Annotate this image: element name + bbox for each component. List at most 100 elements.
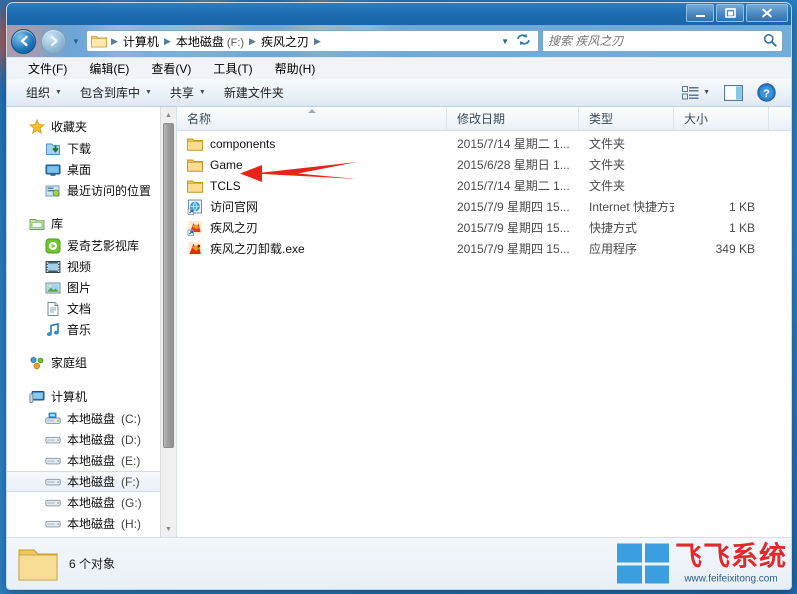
- recent-places-icon: [45, 183, 61, 199]
- table-row[interactable]: Game 2015/6/28 星期日 1... 文件夹: [177, 154, 791, 175]
- file-date-cell: 2015/7/14 星期二 1...: [447, 175, 579, 196]
- column-header-date[interactable]: 修改日期: [447, 107, 579, 130]
- preview-pane-button[interactable]: [719, 83, 748, 103]
- sidebar-item-documents[interactable]: 文档: [7, 298, 176, 319]
- folder-icon: [187, 178, 203, 194]
- maximize-button[interactable]: [716, 4, 744, 22]
- file-name-cell[interactable]: components: [177, 133, 447, 154]
- scroll-up-button[interactable]: ▲: [161, 107, 176, 123]
- sidebar-spacer: [7, 201, 176, 212]
- include-in-library-button[interactable]: 包含到库中 ▼: [71, 81, 161, 104]
- navigation-tree: 收藏夹 下载 桌面: [7, 107, 176, 534]
- view-options-button[interactable]: ▼: [677, 84, 715, 102]
- breadcrumb-item-1[interactable]: 本地磁盘 (F:): [173, 31, 247, 52]
- toolbar-right-actions: ▼ ?: [677, 81, 785, 104]
- table-row[interactable]: TCLS 2015/7/14 星期二 1... 文件夹: [177, 175, 791, 196]
- sidebar-item-iqiyi-library[interactable]: 爱奇艺影视库: [7, 235, 176, 256]
- column-header-type[interactable]: 类型: [579, 107, 674, 130]
- sidebar-item-videos[interactable]: 视频: [7, 256, 176, 277]
- organize-label: 组织: [26, 84, 50, 101]
- scroll-down-button[interactable]: ▼: [161, 521, 176, 537]
- music-icon: [45, 322, 61, 338]
- column-header-filler: [769, 107, 791, 130]
- sidebar-item-label: 本地磁盘: [67, 473, 115, 490]
- sidebar-item-paren: (D:): [121, 433, 141, 447]
- breadcrumb-item-0[interactable]: 计算机: [120, 31, 162, 52]
- svg-text:?: ?: [763, 88, 770, 100]
- sidebar-item-drive-h[interactable]: 本地磁盘 (H:): [7, 513, 176, 534]
- organize-button[interactable]: 组织 ▼: [17, 81, 71, 104]
- file-name-cell[interactable]: TCLS: [177, 175, 447, 196]
- sidebar-item-paren: (E:): [121, 454, 140, 468]
- file-size-cell: 1 KB: [674, 217, 769, 238]
- sidebar-item-pictures[interactable]: 图片: [7, 277, 176, 298]
- help-button[interactable]: ?: [752, 81, 781, 104]
- sidebar-item-recent-places[interactable]: 最近访问的位置: [7, 180, 176, 201]
- breadcrumb-item-2[interactable]: 疾风之刃: [258, 31, 312, 52]
- scrollbar-thumb[interactable]: [163, 123, 174, 448]
- file-name-cell[interactable]: Game: [177, 154, 447, 175]
- sidebar-scrollbar[interactable]: ▲ ▼: [160, 107, 176, 537]
- minimize-button[interactable]: [686, 4, 714, 22]
- refresh-icon[interactable]: [516, 33, 531, 49]
- column-label: 类型: [589, 110, 613, 127]
- sidebar-item-drive-g[interactable]: 本地磁盘 (G:): [7, 492, 176, 513]
- watermark-brand: 飞飞系统: [675, 543, 787, 570]
- file-date-cell: 2015/7/9 星期四 15...: [447, 238, 579, 259]
- file-name-cell[interactable]: 疾风之刃卸载.exe: [177, 238, 447, 259]
- chevron-down-icon: ▼: [199, 89, 206, 96]
- file-type-cell: 文件夹: [579, 154, 674, 175]
- sidebar-group-label: 家庭组: [51, 354, 87, 371]
- breadcrumb-label: 本地磁盘: [176, 35, 224, 49]
- sidebar-group-favorites[interactable]: 收藏夹: [7, 115, 176, 138]
- file-name: 疾风之刃卸载.exe: [210, 240, 305, 257]
- breadcrumb-label: 疾风之刃: [261, 35, 309, 49]
- window-controls: [686, 4, 788, 22]
- table-row[interactable]: 访问官网 2015/7/9 星期四 15... Internet 快捷方式 1 …: [177, 196, 791, 217]
- scrollbar-track[interactable]: [161, 123, 176, 521]
- drive-icon: [45, 432, 61, 448]
- file-name-cell[interactable]: 访问官网: [177, 196, 447, 217]
- sidebar-item-music[interactable]: 音乐: [7, 319, 176, 340]
- forward-button[interactable]: [41, 29, 66, 54]
- back-button[interactable]: [11, 29, 36, 54]
- breadcrumb[interactable]: ▶ 计算机 ▶ 本地磁盘 (F:) ▶ 疾风之刃 ▶ ▼: [86, 30, 539, 52]
- search-icon[interactable]: [763, 33, 777, 50]
- search-input[interactable]: [548, 34, 763, 48]
- sidebar-item-drive-e[interactable]: 本地磁盘 (E:): [7, 450, 176, 471]
- sidebar-group-libraries[interactable]: 库: [7, 212, 176, 235]
- folder-icon: [187, 157, 203, 173]
- sidebar-group-homegroup[interactable]: 家庭组: [7, 351, 176, 374]
- menu-item-file[interactable]: 文件(F): [17, 58, 78, 79]
- menu-item-tools[interactable]: 工具(T): [202, 58, 263, 79]
- breadcrumb-separator: ▶: [247, 36, 258, 47]
- sidebar-item-drive-c[interactable]: 本地磁盘 (C:): [7, 408, 176, 429]
- sidebar-group-label: 库: [51, 215, 63, 232]
- table-row[interactable]: components 2015/7/14 星期二 1... 文件夹: [177, 133, 791, 154]
- new-folder-button[interactable]: 新建文件夹: [215, 81, 293, 104]
- sidebar-item-drive-f[interactable]: 本地磁盘 (F:): [7, 471, 176, 492]
- file-name: TCLS: [210, 179, 241, 193]
- sidebar-item-drive-d[interactable]: 本地磁盘 (D:): [7, 429, 176, 450]
- menu-item-edit[interactable]: 编辑(E): [78, 58, 140, 79]
- table-row[interactable]: 疾风之刃卸载.exe 2015/7/9 星期四 15... 应用程序 349 K…: [177, 238, 791, 259]
- sidebar-item-desktop[interactable]: 桌面: [7, 159, 176, 180]
- column-header-name[interactable]: 名称: [177, 107, 447, 130]
- sidebar-group-computer[interactable]: 计算机: [7, 385, 176, 408]
- search-box[interactable]: [543, 30, 783, 52]
- share-button[interactable]: 共享 ▼: [161, 81, 215, 104]
- recent-locations-icon[interactable]: ▼: [70, 37, 82, 46]
- table-row[interactable]: 疾风之刃 2015/7/9 星期四 15... 快捷方式 1 KB: [177, 217, 791, 238]
- sidebar-item-downloads[interactable]: 下载: [7, 138, 176, 159]
- homegroup-icon: [29, 355, 45, 371]
- column-header-size[interactable]: 大小: [674, 107, 769, 130]
- iqiyi-library-icon: [45, 238, 61, 254]
- folder-icon: [187, 136, 203, 152]
- menu-item-view[interactable]: 查看(V): [140, 58, 202, 79]
- close-button[interactable]: [746, 4, 788, 22]
- chevron-down-icon[interactable]: ▼: [501, 37, 509, 46]
- menu-item-help[interactable]: 帮助(H): [264, 58, 327, 79]
- sidebar-item-label: 爱奇艺影视库: [67, 237, 139, 254]
- file-name-cell[interactable]: 疾风之刃: [177, 217, 447, 238]
- new-folder-label: 新建文件夹: [224, 84, 284, 101]
